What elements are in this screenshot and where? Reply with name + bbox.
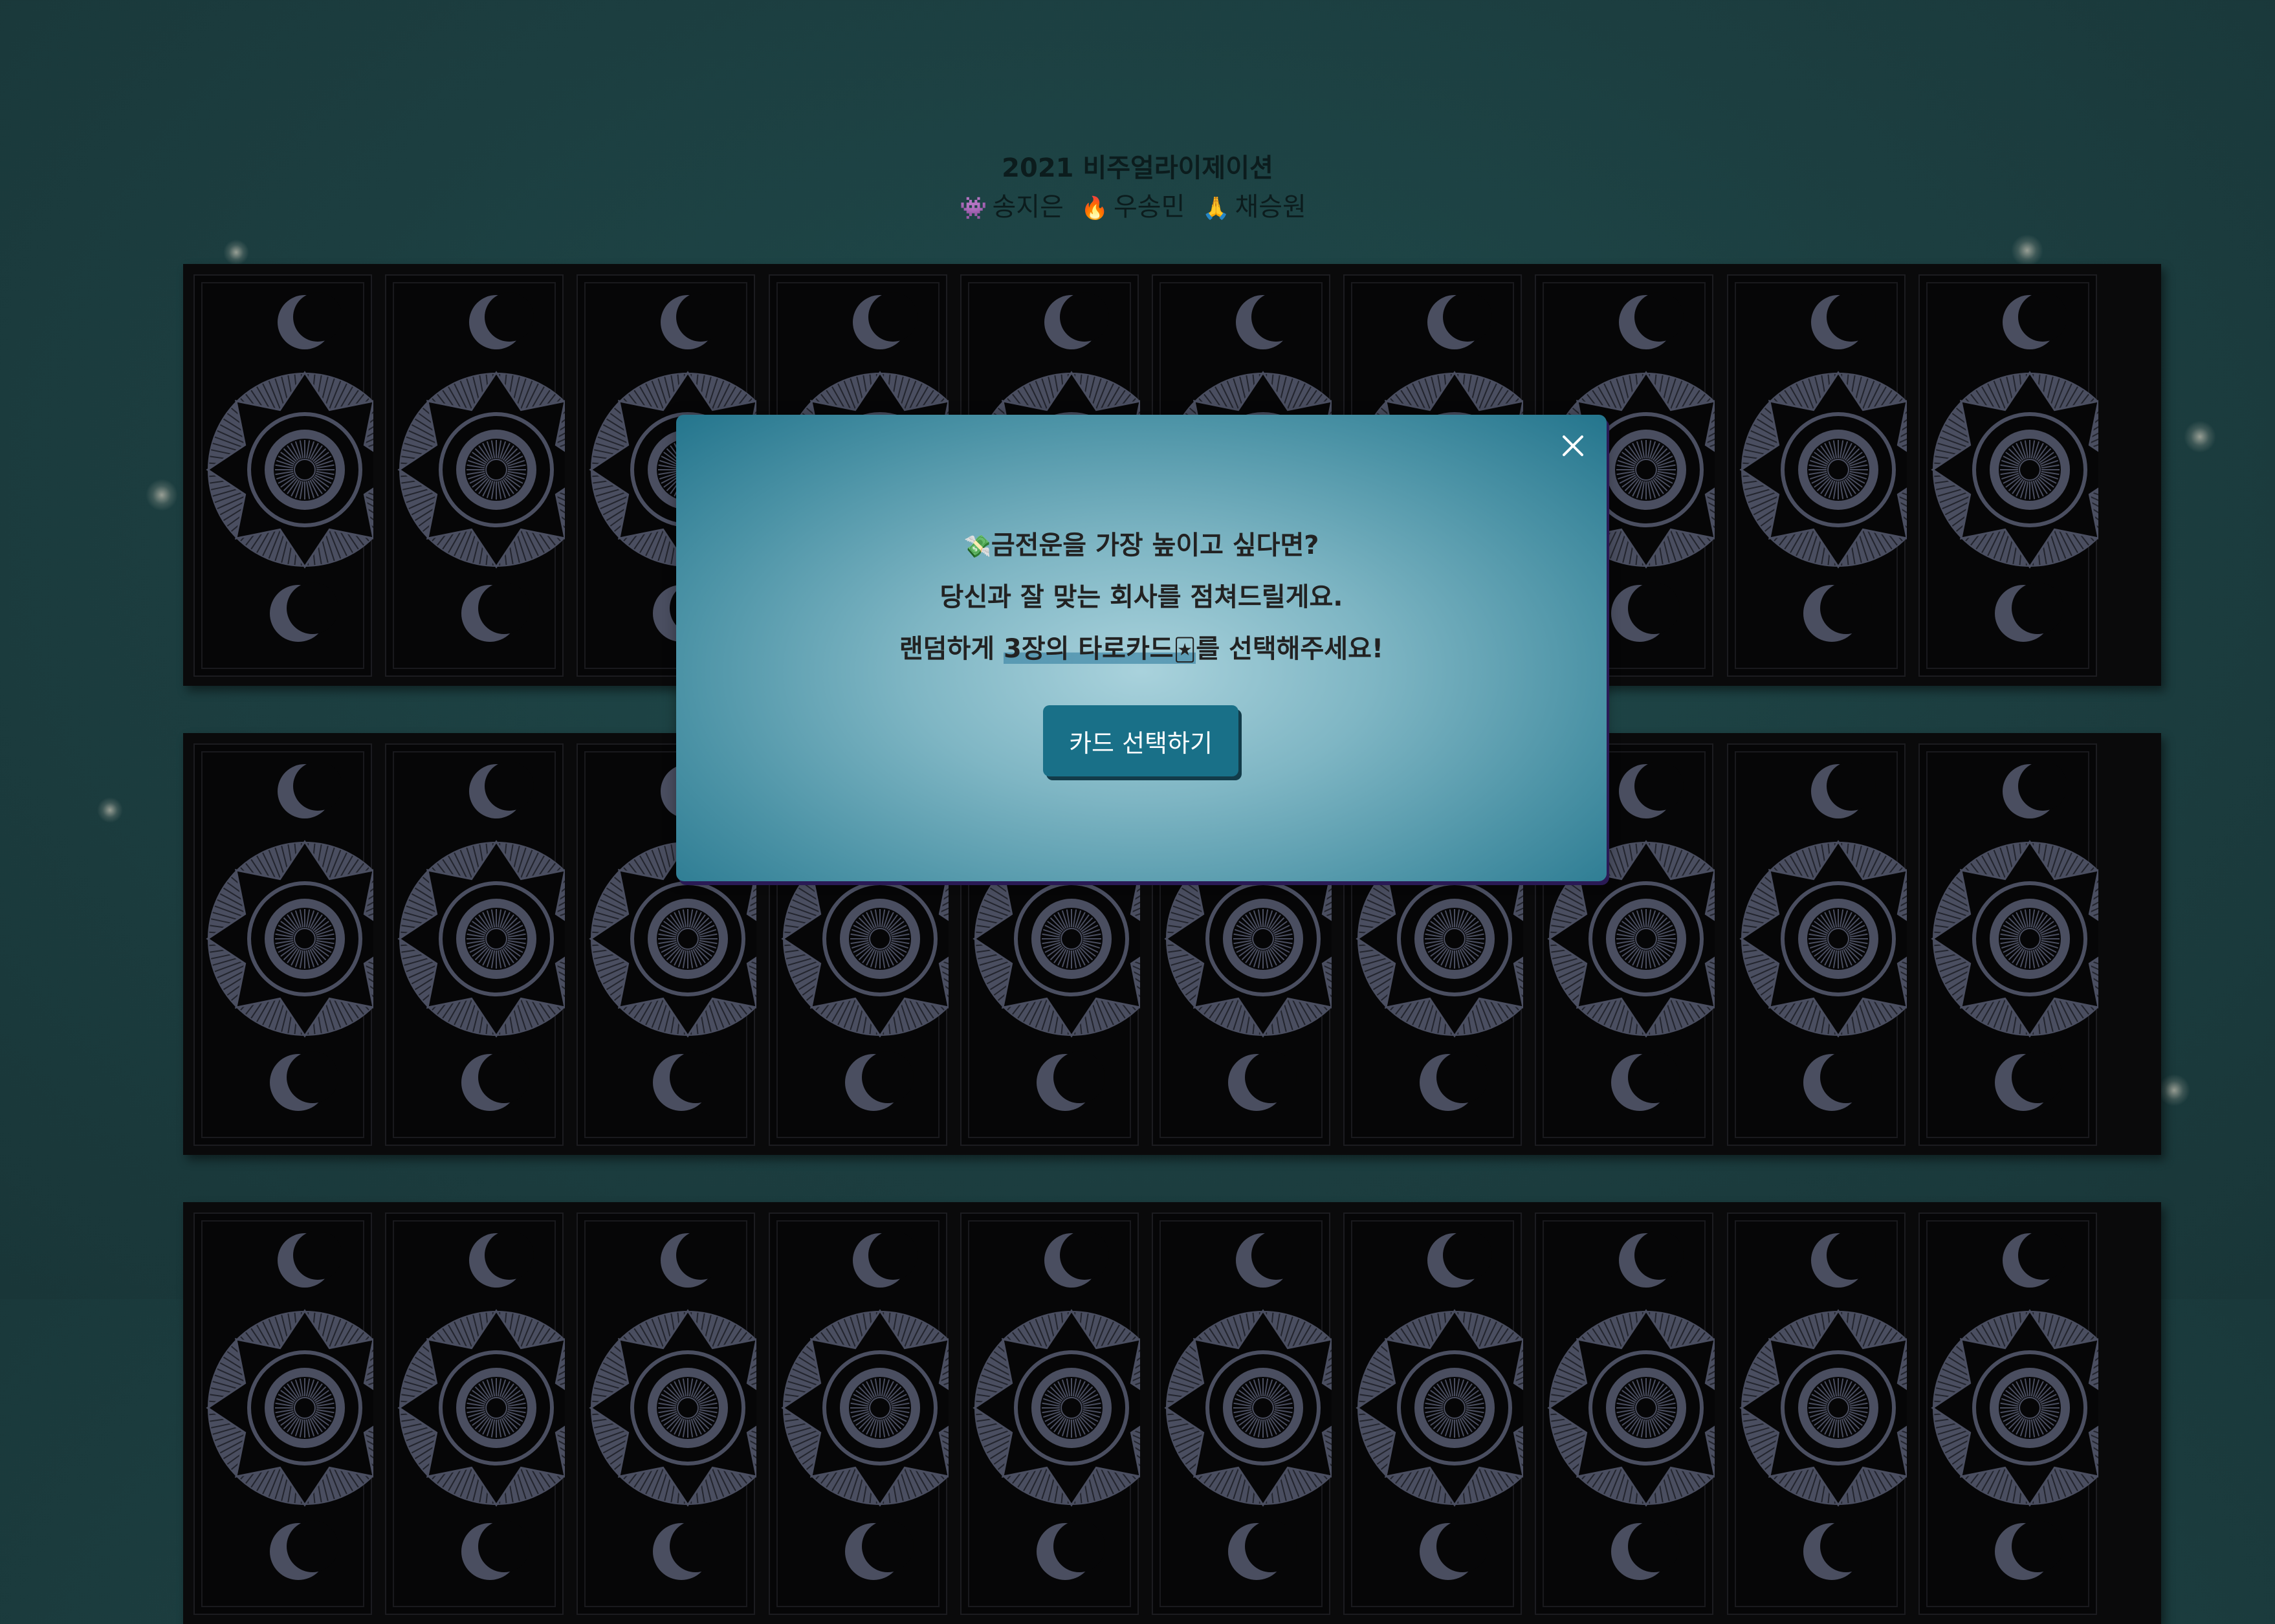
moon-sun-eye-icon xyxy=(397,1231,566,1580)
highlighted-label: 3장의 타로카드 xyxy=(1004,634,1174,664)
fire-icon: 🔥 xyxy=(1081,195,1108,221)
moon-sun-eye-icon xyxy=(1547,1231,1715,1580)
credit-name: 우송민 xyxy=(1113,192,1185,222)
close-icon[interactable] xyxy=(1555,428,1591,464)
select-cards-button[interactable]: 카드 선택하기 xyxy=(1043,705,1238,776)
page-header: 2021 비주얼라이제이션 👾 송지은 🔥 우송민 🙏 채승원 xyxy=(0,149,2275,228)
moon-sun-eye-icon xyxy=(206,1231,373,1580)
moon-sun-eye-icon xyxy=(1739,1231,1907,1580)
tarot-card[interactable] xyxy=(768,1213,949,1615)
moon-sun-eye-icon xyxy=(589,1231,757,1580)
tarot-card[interactable] xyxy=(385,274,566,677)
tarot-card[interactable] xyxy=(1535,1213,1715,1615)
modal-line-1-text: 금전운을 가장 높이고 싶다면? xyxy=(991,531,1319,560)
moon-sun-eye-icon xyxy=(1739,292,1907,642)
modal-line-1: 💸금전운을 가장 높이고 싶다면? xyxy=(676,520,1607,571)
sparkle xyxy=(2158,1074,2190,1106)
credits: 👾 송지은 🔥 우송민 🙏 채승원 xyxy=(0,188,2275,228)
moon-sun-eye-icon xyxy=(206,762,373,1111)
tarot-card[interactable] xyxy=(577,1213,757,1615)
tarot-card[interactable] xyxy=(960,1213,1140,1615)
modal-line-3-before: 랜덤하게 xyxy=(899,634,1004,664)
money-with-wings-icon: 💸 xyxy=(963,534,991,560)
tarot-card[interactable] xyxy=(193,743,373,1146)
sparkle xyxy=(223,239,249,265)
tarot-card[interactable] xyxy=(193,274,373,677)
moon-sun-eye-icon xyxy=(973,1231,1140,1580)
moon-sun-eye-icon xyxy=(1739,762,1907,1111)
sparkle xyxy=(146,479,178,511)
tarot-card[interactable] xyxy=(1918,743,2098,1146)
modal-line-3: 랜덤하게 3장의 타로카드🃏를 선택해주세요! xyxy=(676,623,1607,675)
tarot-card[interactable] xyxy=(385,743,566,1146)
tarot-card[interactable] xyxy=(1726,743,1907,1146)
credit-name: 채승원 xyxy=(1235,192,1306,222)
moon-sun-eye-icon xyxy=(1931,292,2098,642)
tarot-card[interactable] xyxy=(1343,1213,1524,1615)
card-row-3 xyxy=(183,1202,2161,1624)
moon-sun-eye-icon xyxy=(1164,1231,1332,1580)
moon-sun-eye-icon xyxy=(397,292,566,642)
moon-sun-eye-icon xyxy=(206,292,373,642)
moon-sun-eye-icon xyxy=(397,762,566,1111)
moon-sun-eye-icon xyxy=(1931,762,2098,1111)
moon-sun-eye-icon xyxy=(780,1231,949,1580)
moon-sun-eye-icon xyxy=(1356,1231,1524,1580)
moon-sun-eye-icon xyxy=(1931,1231,2098,1580)
intro-modal: 💸금전운을 가장 높이고 싶다면? 당신과 잘 맞는 회사를 점쳐드릴게요. 랜… xyxy=(676,415,1607,881)
tarot-card[interactable] xyxy=(385,1213,566,1615)
praying-hands-icon: 🙏 xyxy=(1202,195,1230,221)
highlighted-text: 3장의 타로카드🃏 xyxy=(1004,634,1196,664)
tarot-card[interactable] xyxy=(193,1213,373,1615)
page-title: 2021 비주얼라이제이션 xyxy=(1002,153,1273,183)
tarot-card-icon: 🃏 xyxy=(1173,637,1196,663)
sparkle xyxy=(2184,421,2216,453)
credit-name: 송지은 xyxy=(992,192,1064,222)
sparkle xyxy=(97,797,123,823)
sparkle xyxy=(2011,234,2043,267)
tarot-card[interactable] xyxy=(1726,274,1907,677)
modal-line-3-after: 를 선택해주세요! xyxy=(1196,634,1384,664)
modal-message: 💸금전운을 가장 높이고 싶다면? 당신과 잘 맞는 회사를 점쳐드릴게요. 랜… xyxy=(676,520,1607,675)
tarot-card[interactable] xyxy=(1918,1213,2098,1615)
modal-line-2: 당신과 잘 맞는 회사를 점쳐드릴게요. xyxy=(940,582,1343,612)
tarot-card[interactable] xyxy=(1726,1213,1907,1615)
tarot-card[interactable] xyxy=(1152,1213,1332,1615)
alien-monster-icon: 👾 xyxy=(960,195,987,221)
tarot-card[interactable] xyxy=(1918,274,2098,677)
